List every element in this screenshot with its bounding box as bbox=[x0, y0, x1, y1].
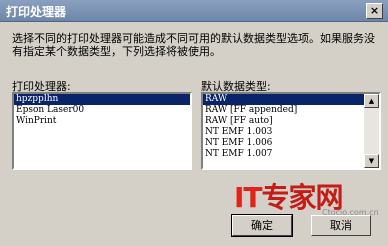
processor-item-winprint[interactable]: WinPrint bbox=[14, 116, 190, 127]
datatype-item-nt-emf-1007[interactable]: NT EMF 1.007 bbox=[203, 149, 379, 160]
window-title: 打印处理器 bbox=[6, 5, 67, 19]
close-button[interactable]: × bbox=[366, 3, 383, 19]
processor-item-hpzpplhn[interactable]: hpzpplhn bbox=[14, 94, 190, 105]
datatype-item-nt-emf-1006[interactable]: NT EMF 1.006 bbox=[203, 138, 379, 149]
ok-button[interactable]: 确定 bbox=[231, 214, 293, 237]
cancel-button[interactable]: 取消 bbox=[311, 215, 371, 236]
scroll-up-icon[interactable]: ▲ bbox=[364, 94, 379, 108]
processor-item-epson[interactable]: Epson Laser00 bbox=[14, 105, 190, 116]
dialog-body: 选择不同的打印处理器可能造成不同可用的默认数据类型选项。如果服务没有指定某个数据… bbox=[0, 22, 388, 246]
scroll-down-icon[interactable]: ▼ bbox=[364, 154, 379, 168]
title-bar: 打印处理器 × bbox=[0, 0, 388, 22]
datatype-item-raw-ff-auto[interactable]: RAW [FF auto] bbox=[203, 116, 379, 127]
description-text: 选择不同的打印处理器可能造成不同可用的默认数据类型选项。如果服务没有指定某个数据… bbox=[12, 32, 375, 58]
processor-listbox[interactable]: hpzpplhn Epson Laser00 WinPrint bbox=[12, 92, 192, 170]
datatype-listbox[interactable]: RAW RAW [FF appended] RAW [FF auto] NT E… bbox=[201, 92, 381, 170]
datatype-scrollbar[interactable]: ▲ ▼ bbox=[364, 94, 379, 168]
watermark-logo: IT专家网 Ctocio.com.cn bbox=[212, 172, 382, 217]
datatype-item-raw[interactable]: RAW bbox=[203, 94, 379, 105]
datatype-item-raw-ff-appended[interactable]: RAW [FF appended] bbox=[203, 105, 379, 116]
datatype-item-nt-emf-1003[interactable]: NT EMF 1.003 bbox=[203, 127, 379, 138]
